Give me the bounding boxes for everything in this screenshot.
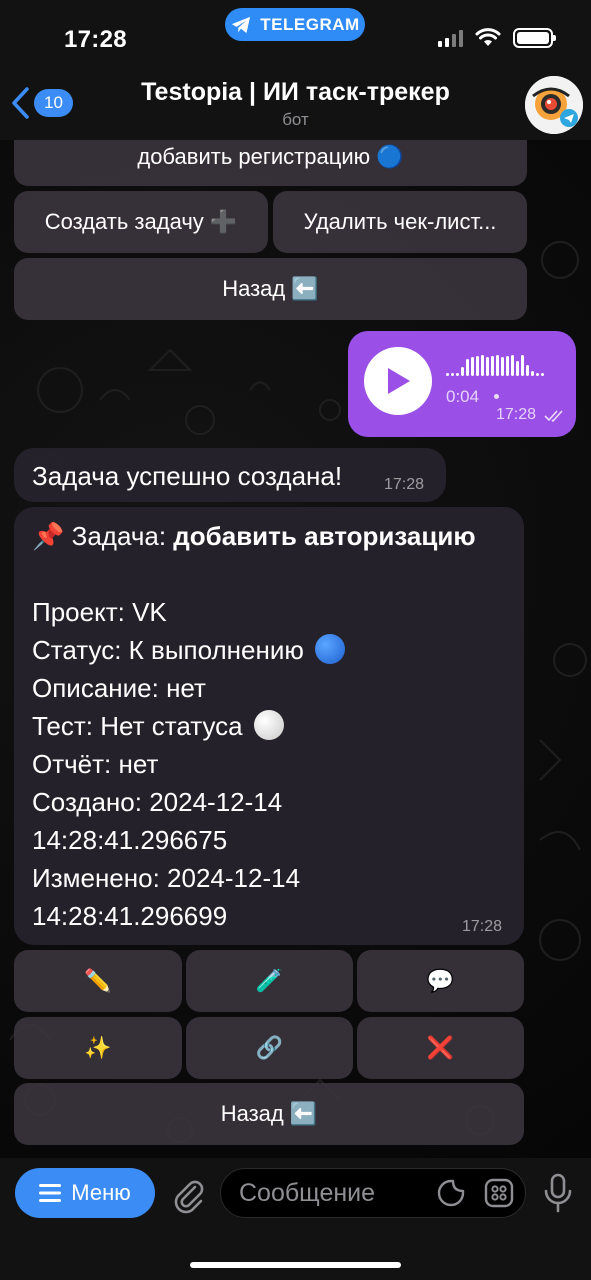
task-modified-time: 14:28:41.296699 [32, 901, 228, 931]
signal-icon [438, 29, 463, 47]
link-task-button[interactable]: 🔗 [186, 1017, 353, 1079]
task-project: Проект: VK [32, 597, 167, 627]
message-time: 17:28 [496, 406, 537, 423]
voice-duration: 0:04 [446, 387, 480, 406]
task-created-date: Создано: 2024-12-14 [32, 787, 283, 817]
message-time: 17:28 [384, 476, 425, 493]
message-input[interactable]: Сообщение [220, 1168, 526, 1218]
chat-header: 10 Testopia | ИИ таск-трекер бот [0, 62, 591, 140]
keyboard-button-label: Назад ⬅️ [222, 276, 319, 301]
voice-message-bubble[interactable]: 0:04 17:28 [348, 331, 576, 437]
keyboard-button-add-registration[interactable]: добавить регистрацию 🔵 [14, 140, 527, 186]
status-icons [438, 28, 556, 48]
ai-task-button[interactable]: ✨ [14, 1017, 182, 1079]
sticker-button[interactable] [436, 1178, 466, 1208]
message-time: 17:28 [462, 918, 503, 935]
task-modified-date: Изменено: 2024-12-14 [32, 863, 301, 893]
message-text: Задача успешно создана! [32, 461, 343, 491]
status-time: 17:28 [64, 26, 127, 53]
sparkles-icon: ✨ [84, 1035, 112, 1060]
task-back-button[interactable]: Назад ⬅️ [14, 1083, 524, 1145]
double-check-icon [544, 410, 563, 423]
bot-avatar[interactable] [525, 76, 583, 134]
pencil-icon: ✏️ [84, 968, 112, 993]
task-label: Задача: [71, 521, 174, 551]
task-test: Тест: Нет статуса [32, 711, 243, 741]
keyboard-button-label: Создать задачу ➕ [44, 209, 238, 234]
voice-waveform [446, 355, 544, 376]
wifi-icon [475, 28, 501, 46]
bot-commands-button[interactable] [484, 1178, 514, 1208]
task-description: Описание: нет [32, 673, 206, 703]
play-button[interactable] [364, 347, 432, 415]
keyboard-button-label: добавить регистрацию 🔵 [137, 144, 404, 169]
status-bar: 17:28 TELEGRAM [0, 0, 591, 62]
task-details-bubble[interactable]: 📌 Задача: добавить авторизацию Проект: V… [14, 507, 524, 945]
cross-icon: ❌ [426, 1035, 455, 1060]
delete-task-button[interactable]: ❌ [357, 1017, 524, 1079]
keyboard-button-create-task[interactable]: Создать задачу ➕ [14, 191, 268, 253]
task-report: Отчёт: нет [32, 749, 159, 779]
chat-title[interactable]: Testopia | ИИ таск-трекер [0, 78, 591, 107]
paperclip-icon [174, 1180, 204, 1214]
telegram-label: TELEGRAM [260, 14, 360, 34]
success-message-bubble[interactable]: Задача успешно создана! 17:28 [14, 448, 446, 502]
menu-label: Меню [71, 1180, 131, 1205]
play-icon [388, 368, 410, 394]
test-task-button[interactable]: 🧪 [186, 950, 353, 1012]
chat-area[interactable]: добавить регистрацию 🔵 Создать задачу ➕ … [0, 140, 591, 1158]
blue-circle-icon [315, 634, 346, 664]
pin-icon: 📌 [32, 521, 65, 551]
menu-button[interactable]: Меню [15, 1168, 155, 1218]
edit-task-button[interactable]: ✏️ [14, 950, 182, 1012]
input-bar: Меню Сообщение [0, 1158, 591, 1280]
keyboard-button-delete-checklist[interactable]: Удалить чек-лист... [273, 191, 527, 253]
message-input-placeholder: Сообщение [239, 1178, 376, 1207]
battery-icon [513, 28, 556, 48]
comment-task-button[interactable]: 💬 [357, 950, 524, 1012]
microphone-icon [544, 1173, 572, 1213]
task-title-line: 📌 Задача: добавить авторизацию [32, 517, 522, 555]
grid-icon [484, 1178, 514, 1208]
telegram-icon [232, 16, 251, 33]
attach-button[interactable] [168, 1174, 208, 1214]
task-status: Статус: К выполнению [32, 635, 304, 665]
task-created-time: 14:28:41.296675 [32, 825, 228, 855]
chat-subtitle: бот [282, 110, 309, 129]
keyboard-button-back[interactable]: Назад ⬅️ [14, 258, 527, 320]
sticker-icon [437, 1179, 465, 1207]
menu-icon [39, 1184, 62, 1202]
keyboard-button-label: Удалить чек-лист... [303, 209, 497, 234]
telegram-pill[interactable]: TELEGRAM [225, 8, 365, 41]
test-tube-icon: 🧪 [255, 968, 284, 993]
home-indicator [190, 1262, 401, 1268]
voice-record-button[interactable] [540, 1172, 576, 1214]
task-name: добавить авторизацию [173, 521, 476, 551]
unread-dot-icon [494, 394, 499, 399]
task-status-line: Статус: К выполнению [32, 631, 522, 669]
white-circle-icon [253, 710, 284, 740]
task-details-text: 📌 Задача: добавить авторизацию Проект: V… [32, 517, 522, 935]
task-test-line: Тест: Нет статуса [32, 707, 522, 745]
bot-avatar-image [525, 76, 583, 134]
keyboard-button-label: Назад ⬅️ [220, 1101, 318, 1126]
speech-bubble-icon: 💬 [426, 968, 455, 993]
link-icon: 🔗 [255, 1035, 284, 1060]
